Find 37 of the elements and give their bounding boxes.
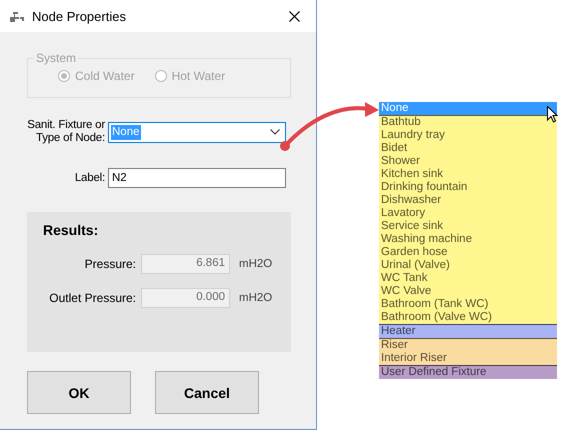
list-option[interactable]: Garden hose [379,246,557,259]
ok-button[interactable]: OK [27,371,131,414]
list-option[interactable]: Service sink [379,220,557,233]
list-option[interactable]: User Defined Fixture [379,366,557,379]
readonly-field: 0.000 [141,288,230,308]
list-option[interactable]: Washing machine [379,233,557,246]
list-option[interactable]: Urinal (Valve) [379,259,557,272]
field-label: Label: [74,172,106,184]
field-label: Sanit. Fixture or Type of Node: [26,119,106,145]
label-field[interactable]: N2 [108,168,286,188]
cancel-button[interactable]: Cancel [155,371,259,414]
list-option[interactable]: Drinking fountain [379,181,557,194]
window-title: Node Properties [32,8,127,24]
list-option[interactable]: Laundry tray [379,129,557,142]
chevron-down-icon [270,129,280,135]
list-option[interactable]: Bathroom (Valve WC) [379,311,557,325]
close-icon[interactable] [289,10,300,22]
list-option[interactable]: Kitchen sink [379,168,557,181]
list-option[interactable]: Bathroom (Tank WC) [379,298,557,311]
list-option[interactable]: Shower [379,155,557,168]
group-title: System [35,51,78,65]
list-option[interactable]: Heater [379,325,557,339]
list-option[interactable]: Bidet [379,142,557,155]
mouse-cursor-icon [547,106,558,123]
unit-label: mH2O [239,292,272,304]
section-title: Results: [43,222,100,238]
field-label: Pressure: [84,257,137,271]
unit-label: mH2O [239,258,272,270]
readonly-field: 6.861 [141,254,230,274]
list-option[interactable]: Riser [379,339,557,352]
list-option[interactable]: WC Valve [379,285,557,298]
list-option[interactable]: WC Tank [379,272,557,285]
list-option[interactable]: Dishwasher [379,194,557,207]
list-option[interactable]: Bathtub [379,116,557,129]
list-option[interactable]: Lavatory [379,207,557,220]
list-option[interactable]: Interior Riser [379,352,557,366]
field-label: Outlet Pressure: [48,291,137,305]
